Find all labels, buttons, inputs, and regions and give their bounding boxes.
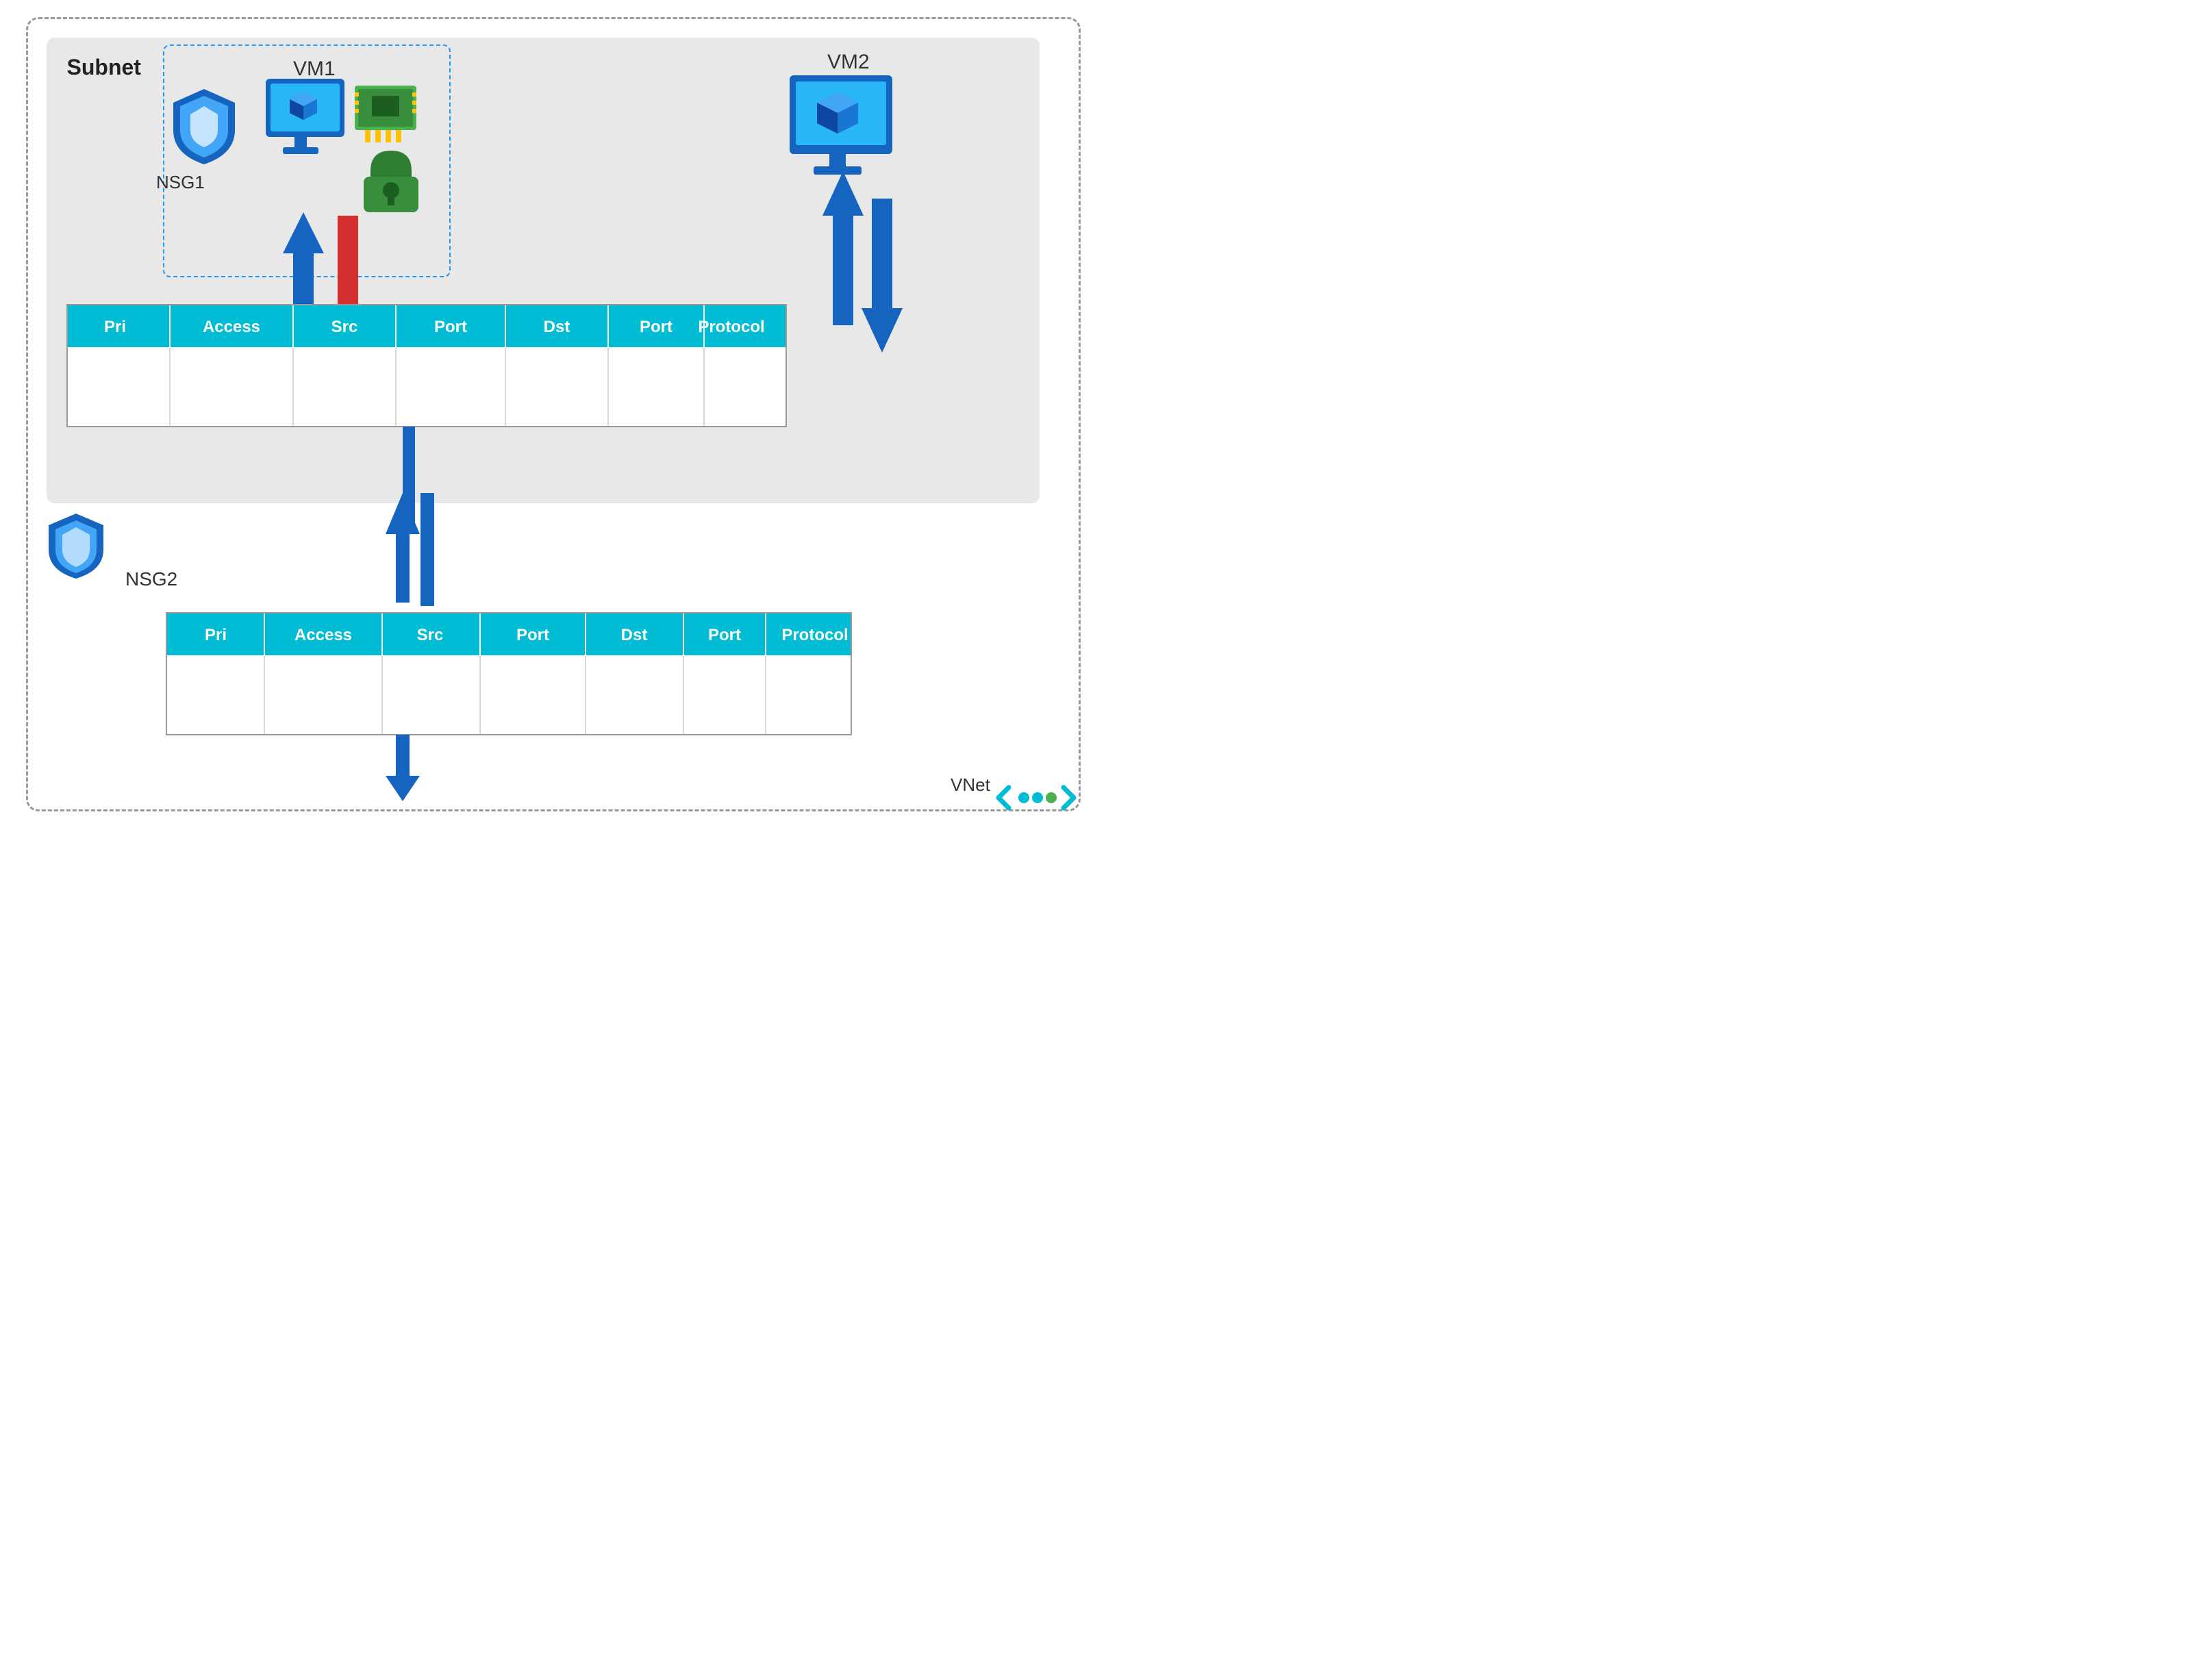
subnet-label: Subnet [67,55,141,80]
diagram-container: Subnet VM1 NSG1 [26,17,1081,811]
vm1-box [163,45,451,277]
